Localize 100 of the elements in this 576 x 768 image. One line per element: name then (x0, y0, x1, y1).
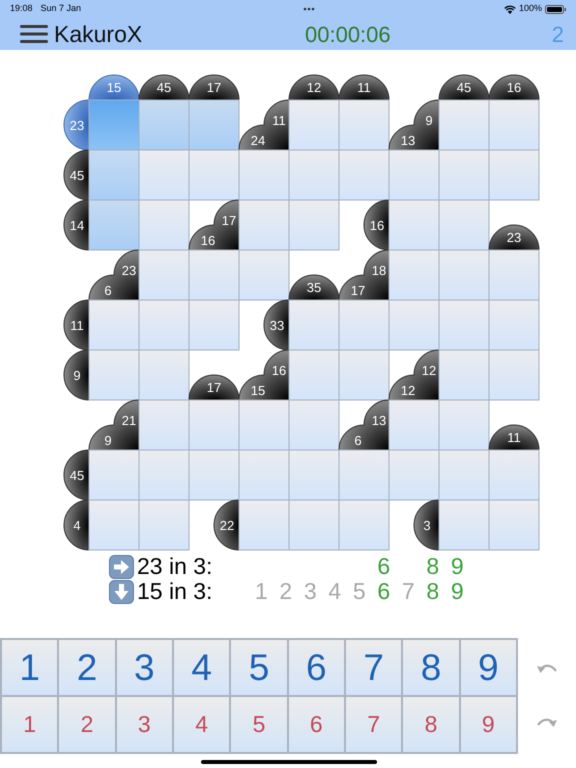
grid-cell[interactable] (238, 400, 290, 450)
clue-cell[interactable]: 45 (138, 74, 190, 100)
digit-key[interactable]: 6 (288, 639, 345, 696)
grid-cell[interactable] (238, 150, 290, 200)
digit-key[interactable]: 1 (1, 639, 58, 696)
grid-cell[interactable] (238, 250, 290, 300)
grid-cell[interactable] (288, 200, 340, 250)
clue-cell[interactable]: 6 13 (338, 400, 390, 450)
grid-cell[interactable] (288, 300, 340, 350)
digit-key[interactable]: 4 (172, 639, 230, 696)
grid-cell[interactable] (488, 100, 540, 150)
grid-cell[interactable] (188, 150, 240, 200)
clue-cell[interactable]: 15 16 (238, 350, 290, 400)
pencil-mark-key[interactable]: 4 (172, 696, 230, 753)
grid-cell[interactable] (188, 450, 240, 500)
clue-cell[interactable]: 12 (288, 74, 340, 100)
grid-cell[interactable] (438, 400, 490, 450)
grid-cell[interactable] (338, 300, 390, 350)
clue-cell[interactable]: 17 18 (338, 250, 390, 300)
digit-key[interactable]: 2 (58, 639, 116, 696)
pencil-mark-key[interactable]: 1 (1, 696, 58, 753)
clue-cell[interactable]: 14 (64, 200, 90, 250)
grid-cell[interactable] (88, 450, 140, 500)
multitask-dots-icon[interactable] (303, 7, 316, 11)
grid-cell[interactable] (138, 100, 190, 150)
pencil-mark-key[interactable]: 9 (460, 696, 517, 753)
pencil-mark-key[interactable]: 8 (402, 696, 460, 753)
clue-cell[interactable]: 16 17 (188, 200, 240, 250)
grid-cell[interactable] (288, 350, 340, 400)
clue-cell[interactable]: 6 23 (88, 250, 140, 300)
grid-cell[interactable] (388, 150, 440, 200)
grid-cell[interactable] (88, 350, 140, 400)
grid-cell[interactable] (138, 400, 190, 450)
grid-cell[interactable] (188, 100, 240, 150)
grid-cell[interactable] (388, 400, 440, 450)
clue-cell[interactable]: 23 (488, 224, 540, 250)
grid-cell[interactable] (488, 500, 540, 550)
pencil-mark-key[interactable]: 7 (344, 696, 402, 753)
grid-cell[interactable] (488, 350, 540, 400)
grid-cell[interactable] (338, 150, 390, 200)
digit-key[interactable]: 8 (402, 639, 460, 696)
grid-cell[interactable] (138, 500, 190, 550)
clue-cell[interactable]: 45 (438, 74, 490, 100)
clue-cell[interactable]: 33 (264, 300, 290, 350)
grid-cell[interactable] (88, 500, 140, 550)
grid-cell[interactable] (388, 300, 440, 350)
clue-cell[interactable]: 16 (364, 200, 390, 250)
clue-cell[interactable]: 24 11 (238, 100, 290, 150)
grid-cell[interactable] (488, 250, 540, 300)
grid-cell[interactable] (138, 200, 190, 250)
pencil-mark-key[interactable]: 5 (230, 696, 288, 753)
grid-cell[interactable] (438, 500, 490, 550)
grid-cell[interactable] (388, 200, 440, 250)
grid-cell[interactable] (88, 200, 140, 250)
grid-cell[interactable] (138, 250, 190, 300)
grid-cell[interactable] (188, 300, 240, 350)
grid-cell[interactable] (238, 450, 290, 500)
grid-cell[interactable] (138, 350, 190, 400)
pencil-mark-key[interactable]: 6 (288, 696, 345, 753)
grid-cell[interactable] (288, 400, 340, 450)
clue-cell[interactable]: 11 (488, 424, 540, 450)
clue-cell[interactable]: 22 (214, 500, 240, 550)
grid-cell[interactable] (138, 150, 190, 200)
clue-cell[interactable]: 45 (64, 450, 90, 500)
grid-cell[interactable] (88, 100, 140, 150)
grid-cell[interactable] (438, 250, 490, 300)
clue-cell[interactable]: 11 (64, 300, 90, 350)
grid-cell[interactable] (338, 500, 390, 550)
clue-cell[interactable]: 45 (64, 150, 90, 200)
grid-cell[interactable] (438, 450, 490, 500)
grid-cell[interactable] (338, 100, 390, 150)
grid-cell[interactable] (438, 100, 490, 150)
pencil-mark-key[interactable]: 2 (58, 696, 116, 753)
digit-key[interactable]: 7 (344, 639, 402, 696)
grid-cell[interactable] (88, 300, 140, 350)
grid-cell[interactable] (438, 350, 490, 400)
clue-cell[interactable]: 17 (188, 74, 240, 100)
grid-cell[interactable] (188, 250, 240, 300)
clue-cell[interactable]: 11 (338, 74, 390, 100)
clue-cell[interactable]: 17 (188, 374, 240, 400)
pencil-mark-key[interactable]: 3 (116, 696, 173, 753)
home-indicator[interactable] (201, 760, 377, 764)
grid-cell[interactable] (238, 200, 290, 250)
grid-cell[interactable] (488, 450, 540, 500)
clue-cell[interactable]: 3 (414, 500, 440, 550)
clue-cell[interactable]: 16 (488, 74, 540, 100)
grid-cell[interactable] (438, 300, 490, 350)
menu-icon[interactable] (20, 25, 48, 43)
digit-key[interactable]: 9 (460, 639, 517, 696)
grid-cell[interactable] (288, 450, 340, 500)
clue-cell[interactable]: 12 12 (388, 350, 440, 400)
grid-cell[interactable] (88, 150, 140, 200)
digit-key[interactable]: 5 (230, 639, 288, 696)
grid-cell[interactable] (138, 450, 190, 500)
grid-cell[interactable] (238, 500, 290, 550)
grid-cell[interactable] (388, 250, 440, 300)
grid-cell[interactable] (138, 300, 190, 350)
clue-cell[interactable]: 13 9 (388, 100, 440, 150)
grid-cell[interactable] (188, 400, 240, 450)
grid-cell[interactable] (288, 500, 340, 550)
